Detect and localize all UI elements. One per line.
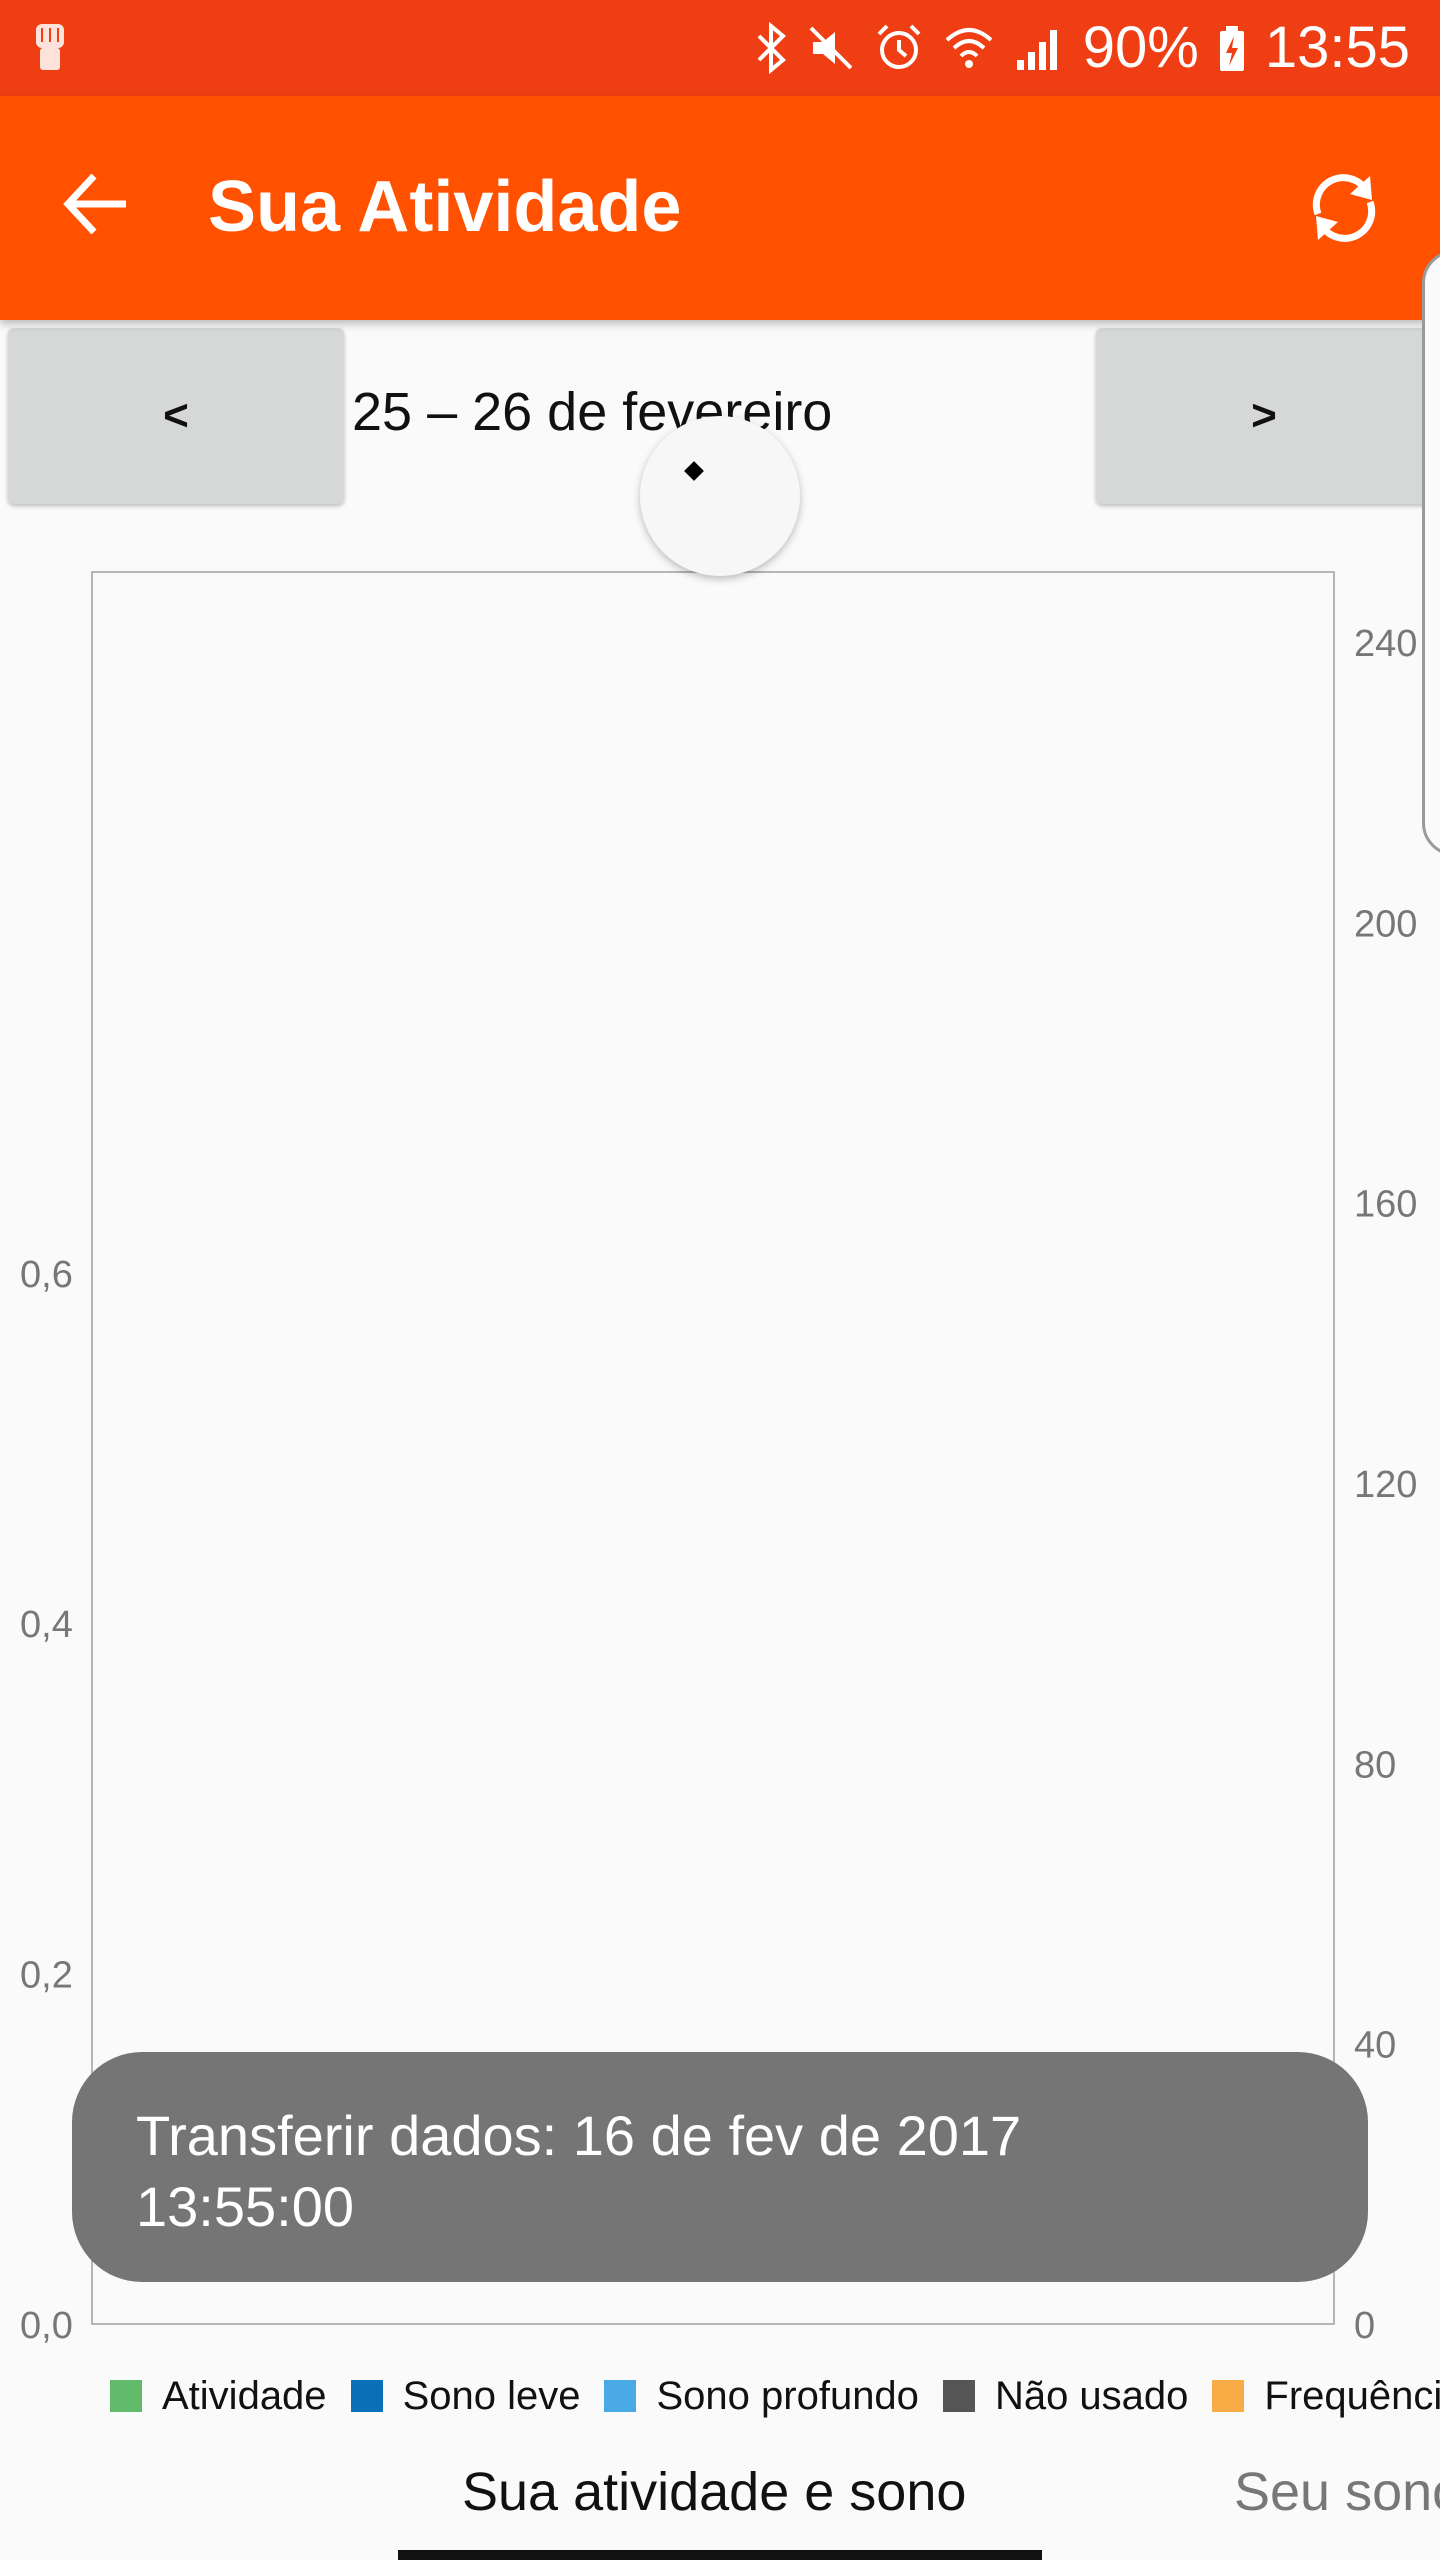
left-axis-tick-label: 0,0: [20, 2305, 73, 2347]
legend-label: Frequência: [1264, 2373, 1440, 2418]
legend-item: Sono leve: [350, 2373, 581, 2419]
right-axis-tick-label: 120: [1354, 1464, 1417, 1506]
active-tab-indicator: [398, 2550, 1042, 2560]
left-axis: 0,0 0,2 0,4 0,6: [20, 1254, 73, 2347]
status-bar: 90% 13:55: [0, 0, 1440, 96]
battery-charging-icon: [1219, 26, 1244, 71]
legend-swatch: [350, 2380, 383, 2412]
left-axis-tick-label: 0,6: [20, 1254, 73, 1296]
right-axis-tick-label: 40: [1354, 2025, 1396, 2067]
legend-label: Não usado: [994, 2373, 1189, 2418]
left-axis-tick-label: 0,2: [20, 1955, 73, 1997]
mute-icon: [809, 26, 853, 70]
tab-sleep[interactable]: Seu sono: [1234, 2460, 1440, 2525]
right-axis-tick-label: 160: [1354, 1184, 1417, 1226]
legend-swatch: [942, 2380, 975, 2412]
legend-item: Não usado: [942, 2373, 1189, 2419]
fist-app-icon: [36, 24, 64, 70]
next-date-button[interactable]: >: [1096, 328, 1432, 504]
chart-legend: Atividade Sono leve Sono profundo Não usado…: [110, 2366, 1440, 2426]
wifi-icon: [945, 28, 993, 68]
alarm-icon: [877, 24, 921, 69]
bluetooth-icon: [757, 21, 786, 75]
legend-swatch: [1212, 2380, 1245, 2412]
page-title: Sua Atividade: [208, 167, 682, 247]
right-axis: 0 40 80 120 160 200 240: [1354, 623, 1417, 2347]
back-button[interactable]: [46, 154, 146, 254]
legend-label: Sono leve: [402, 2373, 581, 2418]
legend-label: Sono profundo: [656, 2373, 919, 2418]
app-bar: Sua Atividade: [0, 96, 1440, 320]
battery-percent: 90%: [1082, 15, 1199, 80]
tab-activity-sleep[interactable]: Sua atividade e sono: [462, 2460, 966, 2525]
sync-button[interactable]: [1284, 148, 1404, 268]
right-axis-tick-label: 80: [1354, 1744, 1396, 1786]
legend-swatch: [110, 2380, 142, 2412]
legend-item: Frequência: [1212, 2374, 1440, 2419]
date-picker-handle[interactable]: [640, 416, 800, 576]
toast-message: Transferir dados: 16 de fev de 2017 13:5…: [136, 2104, 1022, 2239]
legend-item: Sono profundo: [604, 2373, 919, 2419]
tab-bar: Sua atividade e sono Seu sono: [0, 2440, 1440, 2560]
status-icons: 90% 13:55: [753, 0, 1410, 96]
right-axis-tick-label: 0: [1354, 2305, 1375, 2347]
arrow-back-icon: [63, 173, 126, 235]
signal-icon: [1016, 30, 1057, 70]
side-panel-edge: [1422, 250, 1440, 856]
left-axis-tick-label: 0,4: [20, 1604, 73, 1646]
previous-date-button[interactable]: <: [8, 328, 344, 504]
legend-swatch: [604, 2380, 637, 2412]
sync-icon: [1312, 174, 1376, 242]
legend-label: Atividade: [162, 2373, 327, 2418]
legend-item: Atividade: [110, 2374, 327, 2419]
clock: 13:55: [1264, 15, 1410, 80]
right-axis-tick-label: 200: [1354, 903, 1417, 945]
right-axis-tick-label: 240: [1354, 623, 1417, 665]
sync-toast: Transferir dados: 16 de fev de 2017 13:5…: [72, 2052, 1368, 2282]
